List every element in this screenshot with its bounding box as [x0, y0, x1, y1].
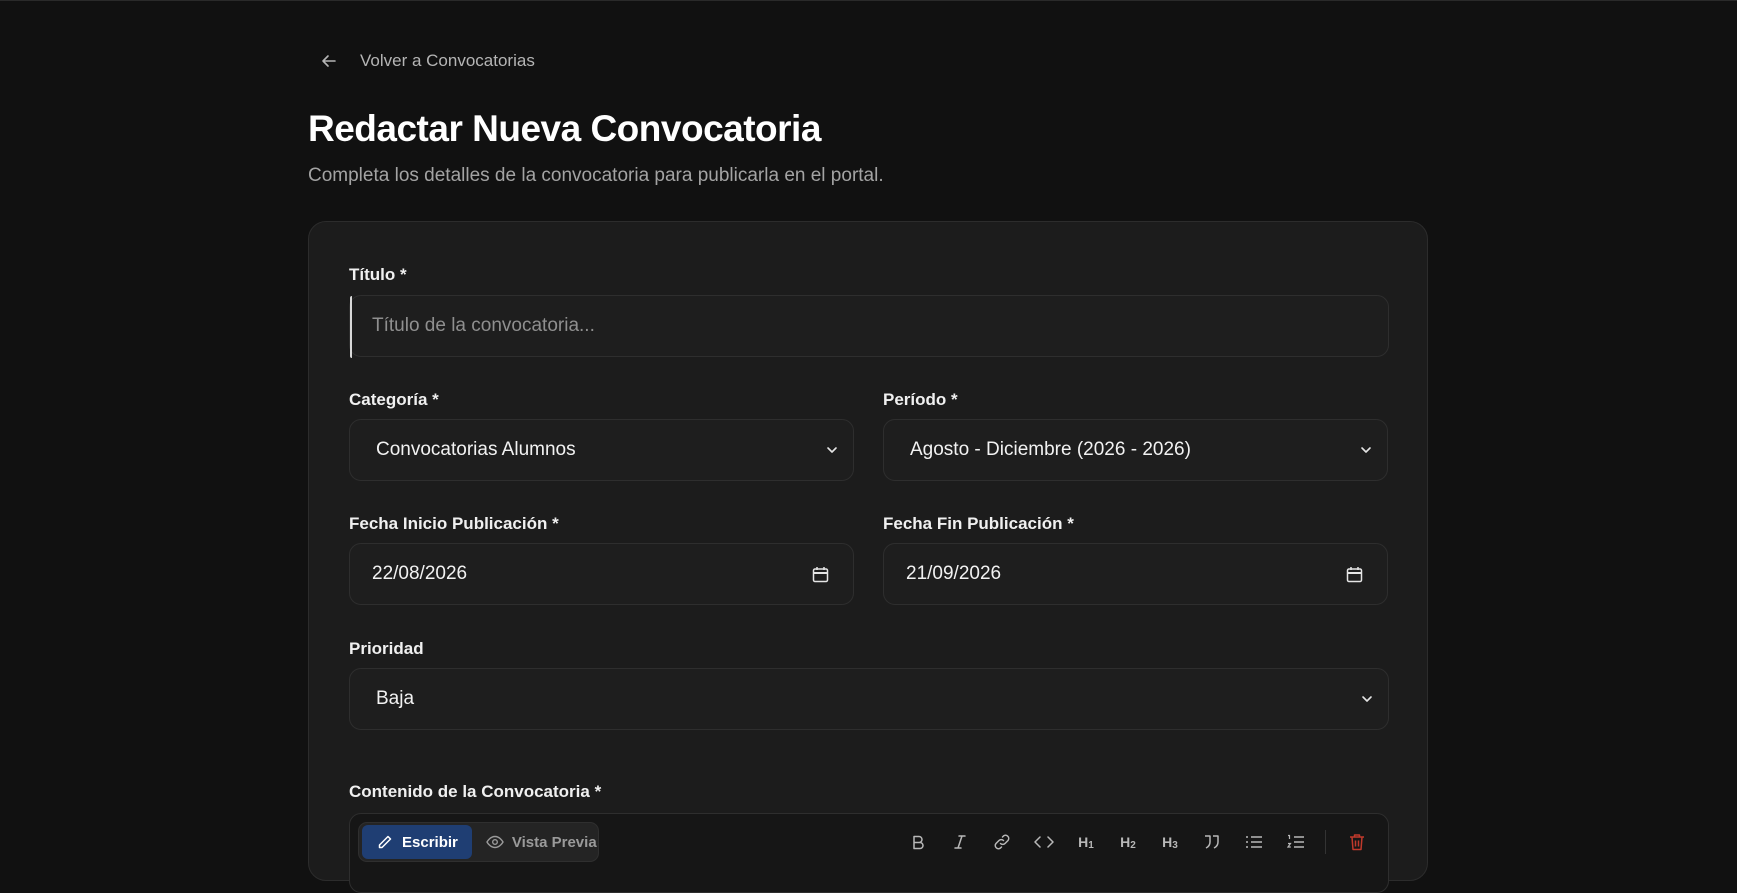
- fecha-fin-label: Fecha Fin Publicación *: [883, 514, 1074, 533]
- calendar-icon[interactable]: [1343, 563, 1365, 585]
- fecha-inicio-value: 22/08/2026: [372, 563, 468, 584]
- heading-3-icon[interactable]: H3: [1149, 822, 1191, 862]
- preview-tab-label: Vista Previa: [511, 833, 597, 851]
- periodo-label: Período *: [883, 390, 958, 409]
- trash-icon[interactable]: [1336, 822, 1378, 862]
- quote-icon[interactable]: [1191, 822, 1233, 862]
- categoria-label: Categoría *: [349, 390, 439, 409]
- contenido-label: Contenido de la Convocatoria *: [349, 782, 602, 801]
- heading-1-level: 1: [1088, 839, 1094, 851]
- categoria-select[interactable]: Convocatorias Alumnos: [349, 419, 854, 481]
- heading-3-level: 3: [1172, 839, 1178, 851]
- fecha-fin-input[interactable]: 21/09/2026: [883, 543, 1388, 605]
- markdown-editor: Escribir Vista Previa H1 H2 H3: [349, 813, 1389, 893]
- toolbar-divider: [1325, 830, 1326, 854]
- page-subtitle: Completa los detalles de la convocatoria…: [308, 165, 884, 186]
- heading-2-level: 2: [1130, 839, 1136, 851]
- top-border: [0, 0, 1737, 1]
- back-link-label: Volver a Convocatorias: [360, 51, 535, 70]
- fecha-fin-value: 21/09/2026: [906, 563, 1002, 584]
- heading-1-letter: H: [1078, 833, 1089, 850]
- chevron-down-icon: [1355, 439, 1377, 461]
- titulo-input[interactable]: Título de la convocatoria...: [349, 295, 1389, 358]
- heading-2-icon[interactable]: H2: [1107, 822, 1149, 862]
- page-title: Redactar Nueva Convocatoria: [308, 108, 821, 149]
- prioridad-label: Prioridad: [349, 639, 424, 658]
- numbered-list-icon[interactable]: [1275, 822, 1317, 862]
- code-icon[interactable]: [1023, 822, 1065, 862]
- focus-indicator: [350, 296, 352, 358]
- titulo-placeholder: Título de la convocatoria...: [372, 315, 595, 336]
- chevron-down-icon: [821, 439, 843, 461]
- write-tab[interactable]: Escribir: [362, 825, 472, 859]
- link-icon[interactable]: [981, 822, 1023, 862]
- fecha-inicio-label: Fecha Inicio Publicación *: [349, 514, 559, 533]
- heading-2-letter: H: [1120, 833, 1131, 850]
- titulo-label: Título *: [349, 265, 407, 284]
- prioridad-select[interactable]: Baja: [349, 668, 1389, 730]
- categoria-value: Convocatorias Alumnos: [376, 439, 576, 460]
- arrow-left-icon: [318, 50, 340, 72]
- preview-tab[interactable]: Vista Previa: [472, 825, 611, 859]
- periodo-value: Agosto - Diciembre (2026 - 2026): [910, 439, 1191, 460]
- bullet-list-icon[interactable]: [1233, 822, 1275, 862]
- pencil-icon: [376, 833, 394, 851]
- chevron-down-icon: [1356, 688, 1378, 710]
- calendar-icon[interactable]: [809, 563, 831, 585]
- heading-1-icon[interactable]: H1: [1065, 822, 1107, 862]
- periodo-select[interactable]: Agosto - Diciembre (2026 - 2026): [883, 419, 1388, 481]
- fecha-inicio-input[interactable]: 22/08/2026: [349, 543, 854, 605]
- prioridad-value: Baja: [376, 688, 415, 709]
- editor-mode-toggle: Escribir Vista Previa: [358, 822, 599, 862]
- form-card: Título * Título de la convocatoria... Ca…: [308, 221, 1428, 893]
- editor-toolbar: H1 H2 H3: [897, 822, 1378, 862]
- back-link[interactable]: Volver a Convocatorias: [308, 50, 535, 72]
- eye-icon: [486, 833, 504, 851]
- italic-icon[interactable]: [939, 822, 981, 862]
- write-tab-label: Escribir: [402, 833, 458, 851]
- bold-icon[interactable]: [897, 822, 939, 862]
- heading-3-letter: H: [1162, 833, 1173, 850]
